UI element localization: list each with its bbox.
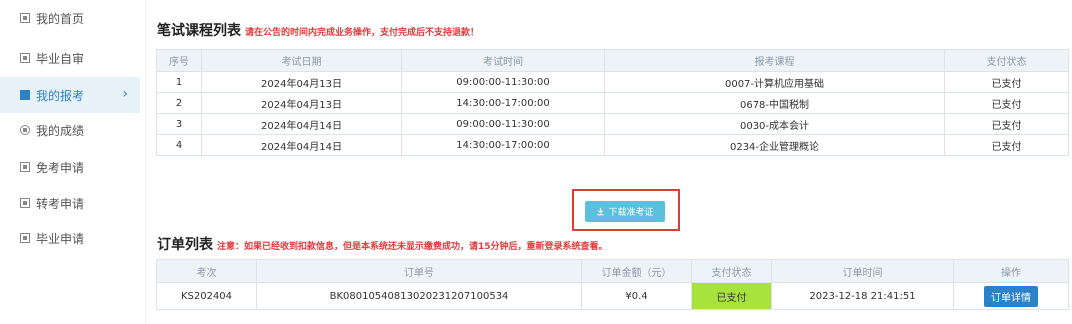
column-header: 订单时间 [771, 259, 954, 283]
table-cell: KS202404 [156, 282, 257, 310]
table-cell: 已支付 [944, 113, 1069, 135]
table-row: 1 2024年04月13日 09:00:00-11:30:00 0007-计算机… [156, 71, 1069, 93]
page-title: 笔试课程列表 [157, 23, 241, 39]
table-cell: ¥0.4 [581, 282, 692, 310]
document-icon [20, 162, 30, 172]
download-button-label: 下载准考证 [608, 208, 654, 218]
document-icon [20, 198, 30, 208]
order-title: 订单列表 [157, 237, 213, 253]
sidebar-item-label: 毕业申请 [36, 231, 85, 246]
column-header: 操作 [953, 259, 1069, 283]
sidebar-item-graduation-application[interactable]: 毕业申请 [0, 220, 140, 256]
sidebar-item-label: 毕业自审 [36, 51, 85, 66]
table-cell: 已支付 [944, 92, 1069, 114]
payment-status-badge: 已支付 [691, 282, 772, 310]
table-cell: 2 [156, 92, 202, 114]
sidebar: 我的首页 毕业自审 我的报考 › 我的成绩 免考申请 转考申请 毕业申请 [0, 0, 140, 324]
table-row: 4 2024年04月14日 14:30:00-17:00:00 0234-企业管… [156, 134, 1069, 156]
column-header: 订单号 [256, 259, 582, 283]
order-warning-note: 注意：如果已经收到扣款信息，但是本系统还未显示缴费成功，请15分钟后，重新登录系… [217, 242, 608, 252]
sidebar-item-home[interactable]: 我的首页 [0, 0, 140, 36]
sidebar-item-my-scores[interactable]: 我的成绩 [0, 112, 140, 148]
table-cell: 1 [156, 71, 202, 93]
download-admission-ticket-button[interactable]: 下载准考证 [585, 201, 665, 222]
table-cell: 09:00:00-11:30:00 [401, 113, 605, 135]
table-cell: 3 [156, 113, 202, 135]
table-header-row: 序号 考试日期 考试时间 报考课程 支付状态 [156, 49, 1069, 72]
table-cell: 09:00:00-11:30:00 [401, 71, 605, 93]
column-header: 考次 [156, 259, 257, 283]
table-cell: 2023-12-18 21:41:51 [771, 282, 954, 310]
user-icon [20, 125, 30, 135]
column-header: 序号 [156, 49, 202, 72]
column-header: 考试日期 [201, 49, 402, 72]
table-row: 3 2024年04月14日 09:00:00-11:30:00 0030-成本会… [156, 113, 1069, 135]
table-cell: BK080105408130202312071005​34 [256, 282, 582, 310]
exam-warning-note: 请在公告的时间内完成业务操作，支付完成后不支持退款！ [245, 28, 480, 38]
sidebar-item-label: 我的成绩 [36, 123, 85, 138]
sidebar-item-label: 免考申请 [36, 160, 85, 175]
table-cell: 0007-计算机应用基础 [604, 71, 945, 93]
chevron-right-icon: › [122, 86, 128, 102]
exam-table: 序号 考试日期 考试时间 报考课程 支付状态 1 2024年04月13日 09:… [156, 49, 1069, 156]
column-header: 订单金额（元） [581, 259, 692, 283]
download-icon [597, 207, 605, 216]
table-cell: 14:30:00-17:00:00 [401, 134, 605, 156]
sidebar-item-label: 转考申请 [36, 196, 85, 211]
table-cell: 4 [156, 134, 202, 156]
document-icon [20, 53, 30, 63]
sidebar-item-graduation-self-review[interactable]: 毕业自审 [0, 40, 140, 76]
order-details-button[interactable]: 订单详情 [984, 285, 1038, 307]
sidebar-item-transfer-application[interactable]: 转考申请 [0, 185, 140, 221]
table-cell: 2024年04月14日 [201, 134, 402, 156]
column-header: 考试时间 [401, 49, 605, 72]
sidebar-item-label: 我的首页 [36, 11, 85, 26]
table-cell: 2024年04月13日 [201, 92, 402, 114]
order-section-title: 订单列表 注意：如果已经收到扣款信息，但是本系统还未显示缴费成功，请15分钟后，重… [157, 234, 608, 254]
table-cell: 订单详情 [953, 282, 1069, 310]
exam-section-title: 笔试课程列表 请在公告的时间内完成业务操作，支付完成后不支持退款！ [157, 20, 479, 40]
table-cell: 已支付 [944, 134, 1069, 156]
order-table: 考次 订单号 订单金额（元） 支付状态 订单时间 操作 KS202404 BK0… [156, 259, 1069, 310]
column-header: 支付状态 [944, 49, 1069, 72]
table-cell: 0234-企业管理概论 [604, 134, 945, 156]
document-icon [20, 90, 30, 100]
table-header-row: 考次 订单号 订单金额（元） 支付状态 订单时间 操作 [156, 259, 1069, 283]
column-header: 报考课程 [604, 49, 945, 72]
sidebar-item-label: 我的报考 [36, 88, 85, 103]
sidebar-item-my-registration[interactable]: 我的报考 › [0, 77, 140, 113]
table-cell: 2024年04月14日 [201, 113, 402, 135]
table-row: 2 2024年04月13日 14:30:00-17:00:00 0678-中国税… [156, 92, 1069, 114]
sidebar-divider [145, 0, 146, 324]
column-header: 支付状态 [691, 259, 772, 283]
table-cell: 已支付 [944, 71, 1069, 93]
document-icon [20, 233, 30, 243]
sidebar-item-exemption-application[interactable]: 免考申请 [0, 149, 140, 185]
table-cell: 14:30:00-17:00:00 [401, 92, 605, 114]
table-cell: 2024年04月13日 [201, 71, 402, 93]
table-row: KS202404 BK080105408130202312071005​34 ¥… [156, 282, 1069, 310]
home-icon [20, 13, 30, 23]
table-cell: 0678-中国税制 [604, 92, 945, 114]
table-cell: 0030-成本会计 [604, 113, 945, 135]
